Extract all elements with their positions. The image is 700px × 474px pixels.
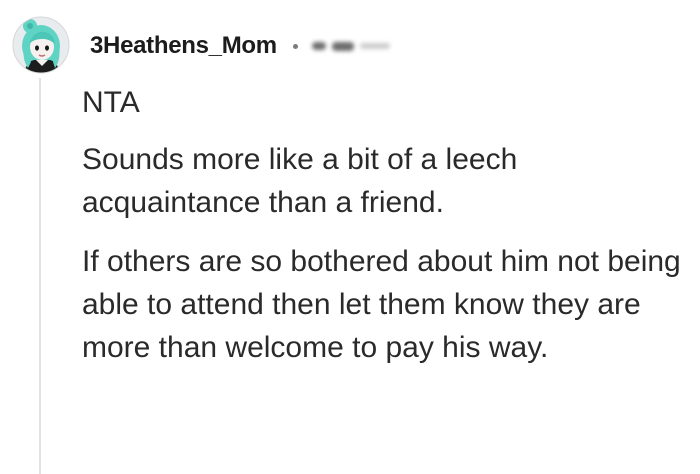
username-link[interactable]: 3Heathens_Mom bbox=[90, 32, 277, 60]
blurred-timestamp bbox=[311, 41, 390, 51]
thread-line[interactable] bbox=[39, 78, 41, 474]
separator-dot bbox=[292, 43, 298, 49]
avatar-icon[interactable] bbox=[12, 16, 70, 74]
comment-header: 3Heathens_Mom bbox=[90, 26, 390, 66]
comment-body: NTA Sounds more like a bit of a leech ac… bbox=[82, 84, 694, 369]
comment-verdict: NTA bbox=[82, 86, 140, 119]
comment-paragraph-1: Sounds more like a bit of a leech acquai… bbox=[82, 143, 518, 219]
comment-paragraph-2: If others are so bothered about him not … bbox=[82, 245, 681, 364]
